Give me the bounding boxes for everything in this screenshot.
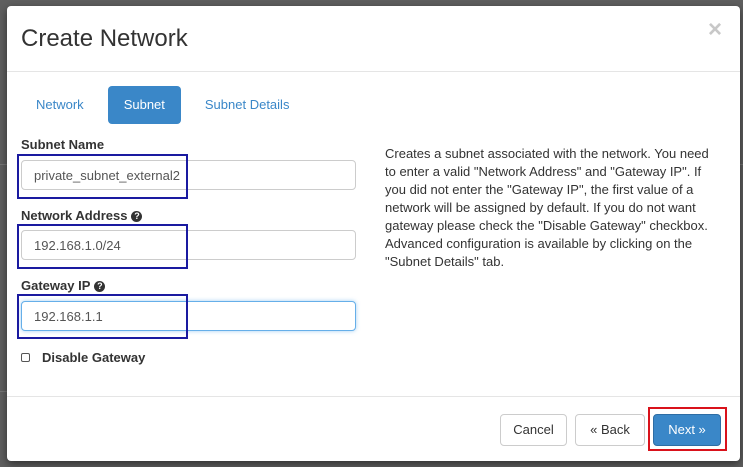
gateway-ip-input[interactable] <box>21 301 356 331</box>
gateway-ip-label: Gateway IP? <box>21 278 106 293</box>
help-text: Creates a subnet associated with the net… <box>385 146 709 269</box>
dialog-footer: Cancel « Back Next » <box>7 396 740 461</box>
cancel-button[interactable]: Cancel <box>500 414 567 446</box>
close-icon[interactable]: × <box>708 18 722 42</box>
disable-gateway-checkbox[interactable] <box>21 353 30 362</box>
question-icon[interactable]: ? <box>131 211 143 222</box>
tab-network[interactable]: Network <box>22 86 98 124</box>
tab-subnet-details[interactable]: Subnet Details <box>191 86 304 124</box>
tab-subnet[interactable]: Subnet <box>107 86 181 124</box>
background-line <box>0 164 7 165</box>
create-network-dialog: Create Network × Network Subnet Subnet D… <box>7 6 740 461</box>
subnet-name-input[interactable] <box>21 160 356 190</box>
disable-gateway-label: Disable Gateway <box>42 350 146 365</box>
dialog-header: Create Network × <box>7 6 740 72</box>
disable-gateway-row: Disable Gateway <box>21 350 145 365</box>
next-button[interactable]: Next » <box>653 414 721 446</box>
dialog-title: Create Network <box>21 25 188 52</box>
network-address-input[interactable] <box>21 230 356 260</box>
network-address-label: Network Address? <box>21 208 143 223</box>
subnet-name-label: Subnet Name <box>21 137 105 152</box>
question-icon[interactable]: ? <box>94 281 106 292</box>
back-button[interactable]: « Back <box>575 414 645 446</box>
tab-bar: Network Subnet Subnet Details <box>22 86 303 124</box>
background-line <box>0 391 7 392</box>
